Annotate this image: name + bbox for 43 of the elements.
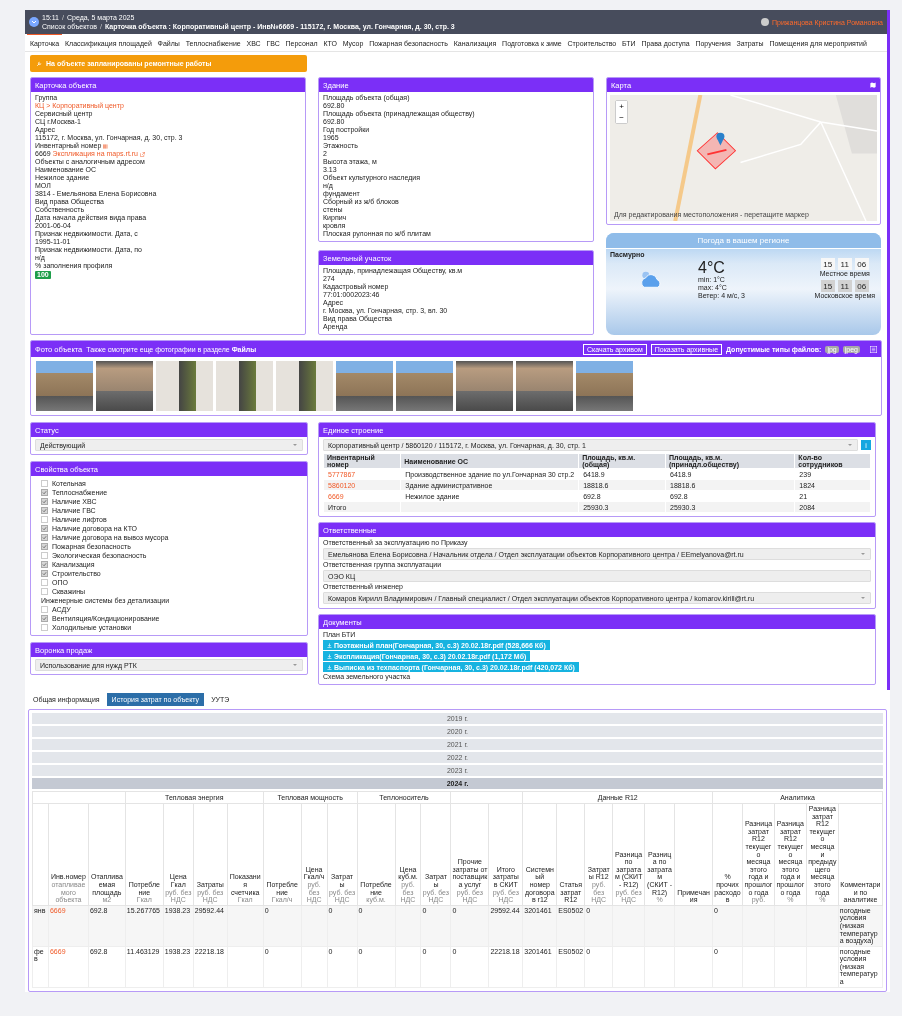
photo-placeholder[interactable] — [396, 361, 453, 411]
photo-placeholder[interactable] — [456, 361, 513, 411]
photo-placeholder[interactable] — [516, 361, 573, 411]
caret-icon — [293, 444, 297, 446]
temperature-text: 4°C — [698, 258, 726, 276]
photo-placeholder[interactable] — [156, 361, 213, 411]
checkbox[interactable] — [41, 498, 48, 505]
checkbox[interactable] — [41, 570, 48, 577]
checkbox[interactable] — [41, 489, 48, 496]
checkbox[interactable] — [41, 525, 48, 532]
external-link-icon[interactable] — [140, 151, 145, 157]
checkbox[interactable] — [41, 561, 48, 568]
clock-digit: 06 — [854, 258, 869, 270]
photo-placeholder[interactable] — [216, 361, 273, 411]
photo-placeholder[interactable] — [576, 361, 633, 411]
checkbox[interactable] — [41, 543, 48, 550]
clock-digit: 06 — [854, 280, 869, 292]
photo-placeholder[interactable] — [96, 361, 153, 411]
caret-icon — [861, 553, 865, 555]
photo-placeholder[interactable] — [276, 361, 333, 411]
map-icon[interactable] — [870, 82, 876, 88]
weather-title: Погода в вашем регионе — [606, 233, 881, 249]
map-drawing[interactable] — [610, 95, 877, 221]
download-icon — [327, 642, 332, 648]
photo-placeholder[interactable] — [36, 361, 93, 411]
download-icon — [327, 653, 332, 659]
caret-icon — [848, 444, 852, 446]
list-icon[interactable] — [870, 345, 877, 353]
clock-digit: 11 — [837, 280, 852, 292]
checkbox[interactable] — [41, 534, 48, 541]
barcode-icon[interactable] — [103, 143, 109, 149]
download-icon — [327, 664, 332, 670]
clock-digit: 11 — [837, 258, 852, 270]
caret-icon — [293, 664, 297, 666]
clock-digit: 15 — [820, 258, 835, 270]
avatar-icon[interactable] — [761, 18, 769, 26]
photo-placeholder[interactable] — [336, 361, 393, 411]
wrench-icon — [36, 60, 42, 67]
clock-digit: 15 — [820, 280, 835, 292]
checkbox[interactable] — [41, 615, 48, 622]
caret-icon — [861, 597, 865, 599]
cloud-icon — [638, 269, 664, 289]
checkbox[interactable] — [41, 507, 48, 514]
